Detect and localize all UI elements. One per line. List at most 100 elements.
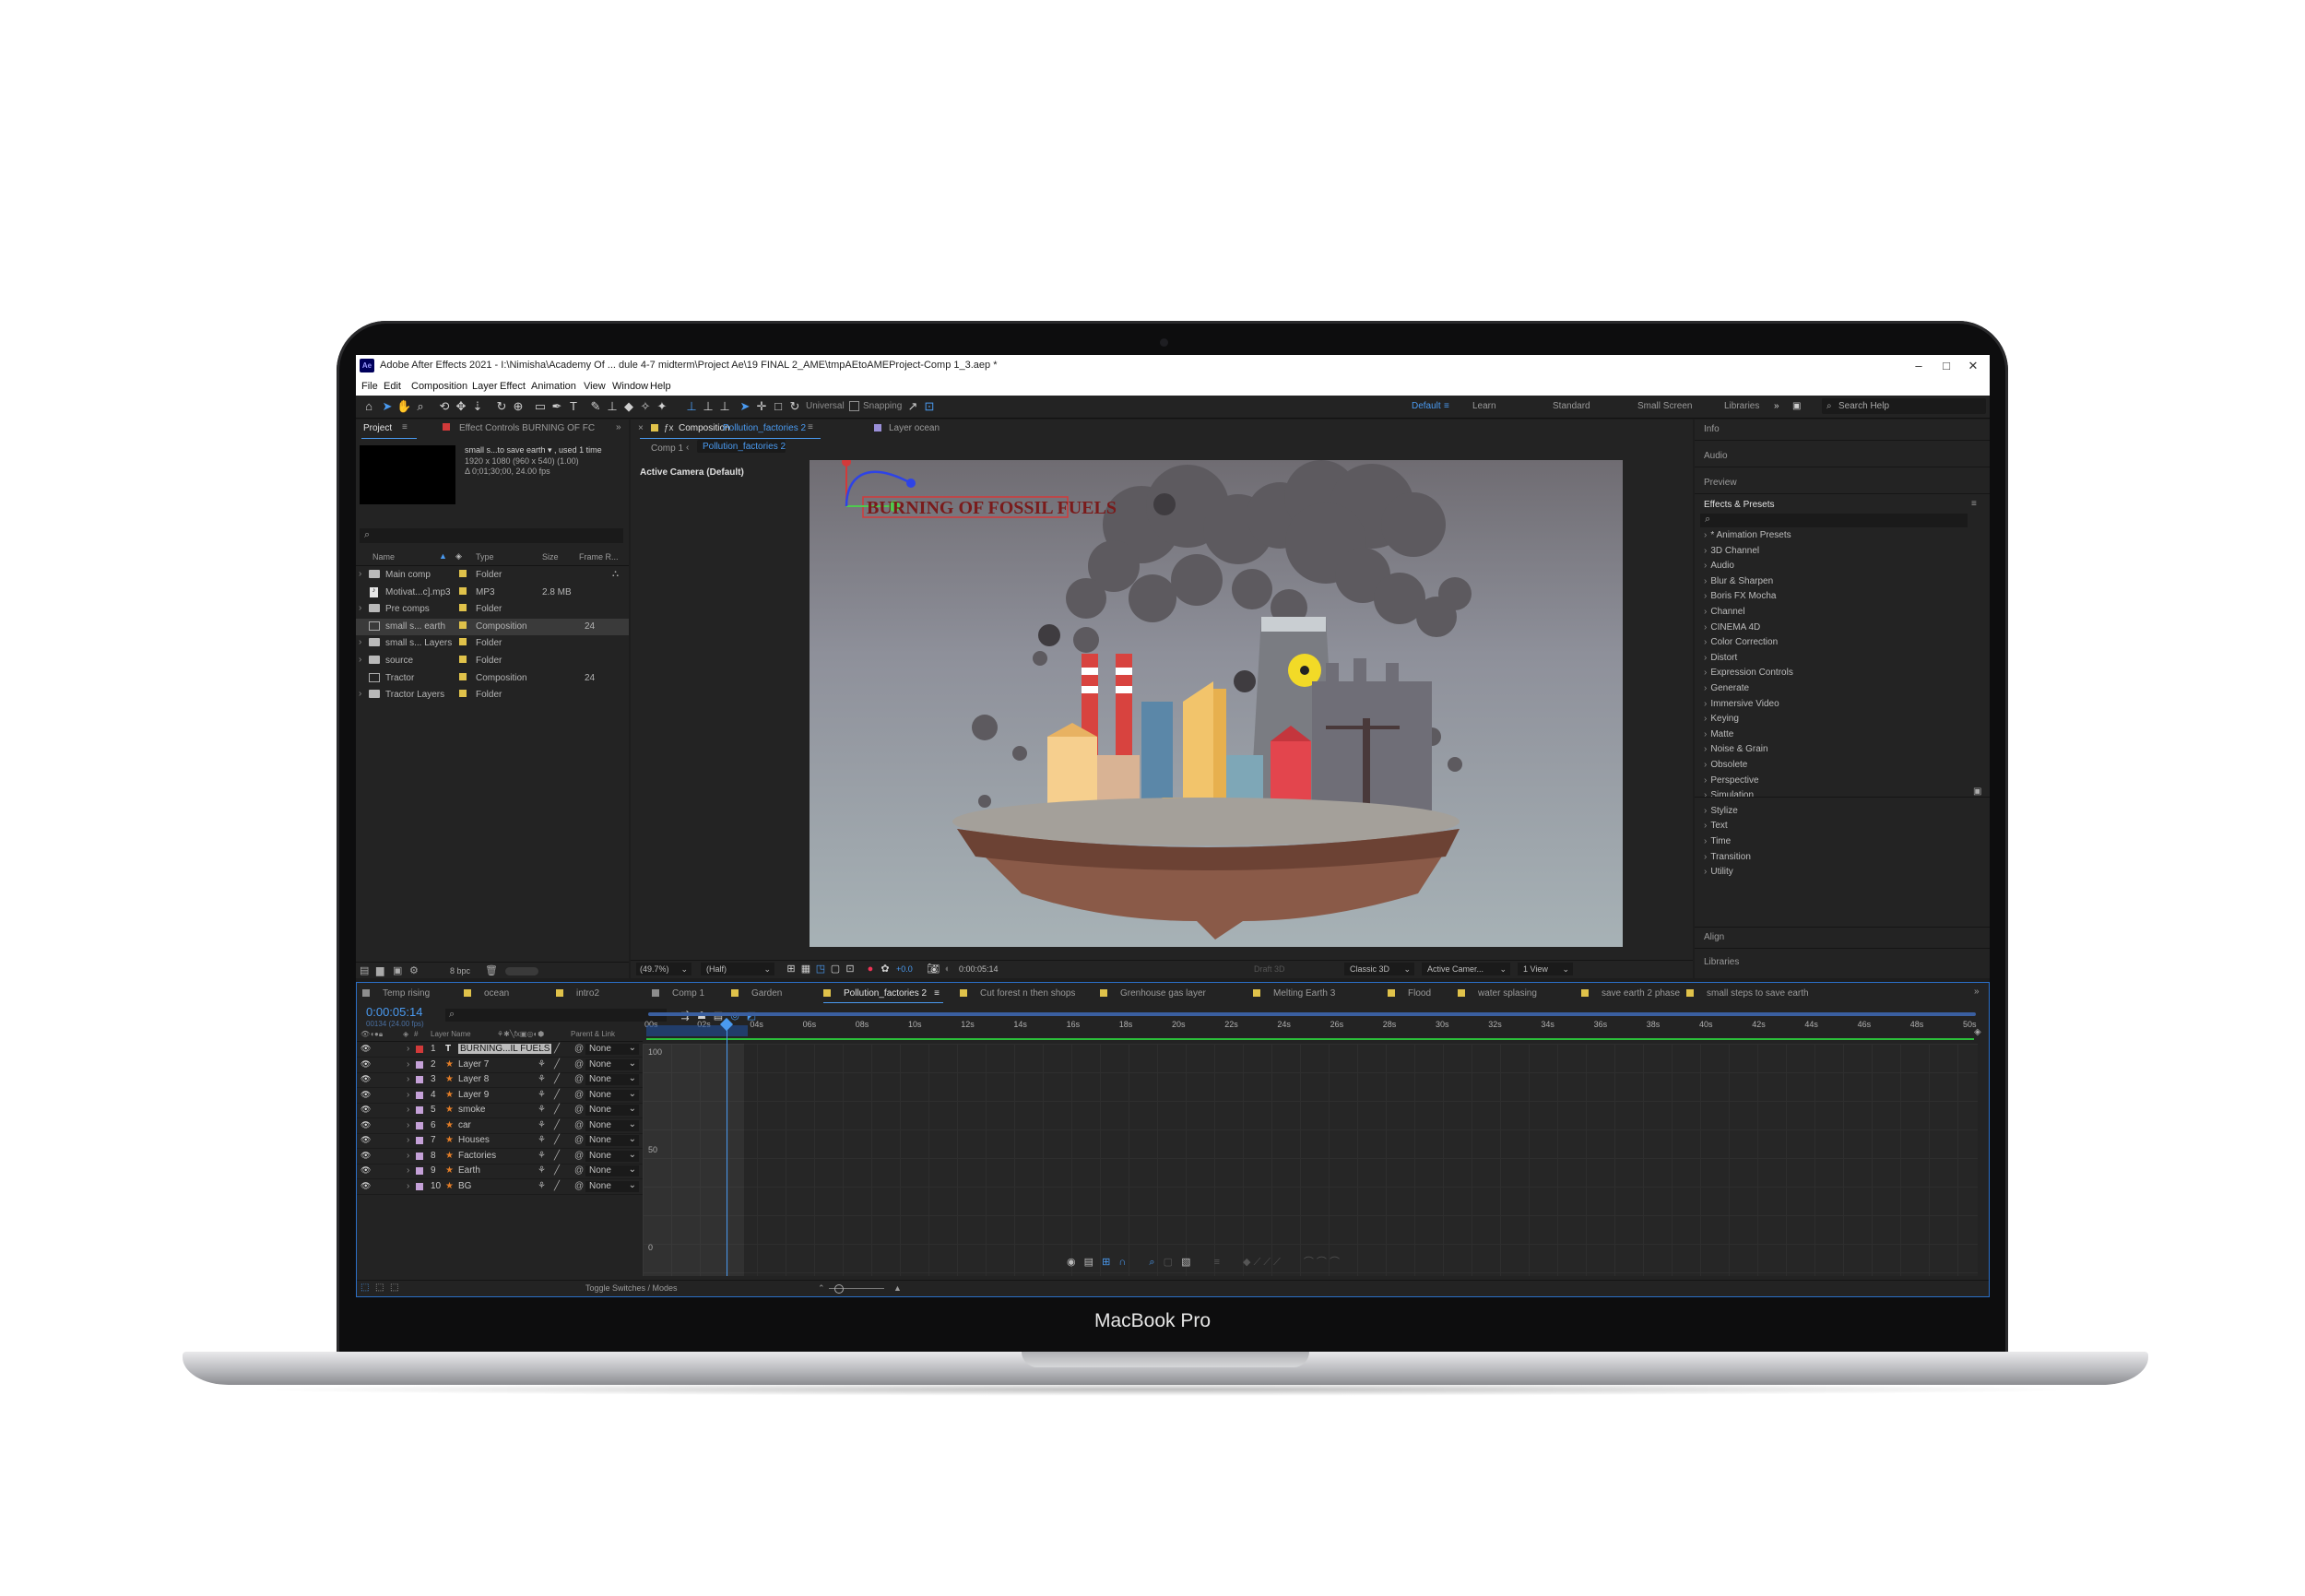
layer-row[interactable]: 👁︎ › 3 ★ Layer 8 ⚘ ╱ @ None ⌄	[357, 1072, 643, 1088]
rectangle-tool-icon[interactable]: ▭	[533, 399, 548, 414]
effect-category[interactable]: Time	[1704, 836, 1731, 846]
layer-name[interactable]: Factories	[458, 1151, 496, 1161]
quality-switch-icon[interactable]: ╱	[554, 1074, 560, 1084]
universal-scale-icon[interactable]: □	[771, 399, 786, 414]
eye-icon[interactable]: 👁︎	[361, 1105, 371, 1115]
effect-category[interactable]: Matte	[1704, 729, 1733, 739]
shy-switch-icon[interactable]: ⚘	[538, 1135, 546, 1145]
expand-chevron-icon[interactable]: ›	[359, 637, 361, 647]
tab-composition-name[interactable]: Pollution_factories 2	[723, 423, 806, 433]
parent-select[interactable]: None ⌄	[585, 1180, 639, 1192]
project-item[interactable]: › Pre comps Folder	[356, 601, 629, 618]
tab-effect-controls[interactable]: Effect Controls BURNING OF FC	[459, 423, 595, 433]
layer-row[interactable]: 👁︎ › 7 ★ Houses ⚘ ╱ @ None ⌄	[357, 1133, 643, 1149]
eye-icon[interactable]: 👁︎	[361, 1135, 371, 1145]
shy-switch-icon[interactable]: ⚘	[538, 1044, 546, 1054]
fast-previews-icon[interactable]: ⊞	[784, 962, 798, 976]
parent-pickwhip-icon[interactable]: @	[574, 1151, 584, 1161]
region-of-interest-icon[interactable]: ▢	[828, 962, 843, 976]
dolly-tool-icon[interactable]: ⇣	[470, 399, 485, 414]
parent-select[interactable]: None ⌄	[585, 1150, 639, 1162]
parent-pickwhip-icon[interactable]: @	[574, 1135, 584, 1145]
quality-switch-icon[interactable]: ╱	[554, 1120, 560, 1130]
layer-row[interactable]: 👁︎ › 1 T BURNING...IL FUELS ⚘ ╱ @ None ⌄	[357, 1042, 643, 1058]
parent-pickwhip-icon[interactable]: @	[574, 1059, 584, 1070]
brush-tool-icon[interactable]: ✎	[588, 399, 603, 414]
channel-icon[interactable]: ●	[863, 962, 878, 976]
effect-category[interactable]: Keying	[1704, 714, 1739, 724]
transparency-grid-icon[interactable]: ▦	[798, 962, 813, 976]
universal-move-icon[interactable]: ✛	[754, 399, 769, 414]
timeline-tab[interactable]: intro2	[556, 988, 599, 999]
universal-select-icon[interactable]: ➤	[738, 399, 752, 414]
thumbnail-size-slider[interactable]	[505, 967, 538, 975]
effect-category[interactable]: Audio	[1704, 561, 1734, 571]
expand-chevron-icon[interactable]: ›	[359, 689, 361, 699]
col-size[interactable]: Size	[542, 552, 559, 562]
new-composition-icon[interactable]: ▣	[393, 964, 402, 976]
timeline-search-field[interactable]: ⌕	[445, 1009, 667, 1022]
show-properties-icon[interactable]: ◉	[1067, 1257, 1076, 1268]
effect-category[interactable]: Immersive Video	[1704, 699, 1779, 709]
puppet-pin-tool-icon[interactable]: ✦	[655, 399, 669, 414]
current-timecode[interactable]: 0:00:05:14	[366, 1005, 422, 1019]
timeline-tab[interactable]: Pollution_factories 2 ≡	[823, 988, 943, 1003]
easy-ease-icons[interactable]: ⌒ ⌒ ⌒	[1304, 1257, 1340, 1268]
comp-panel-menu-icon[interactable]: ≡	[808, 422, 813, 432]
snap-edges-icon[interactable]: ↗	[905, 399, 920, 414]
label-color-swatch[interactable]	[459, 672, 467, 680]
expand-chevron-icon[interactable]: ›	[407, 1044, 409, 1054]
zoom-select[interactable]: (49.7%) ⌄	[636, 963, 692, 975]
effect-category[interactable]: Color Correction	[1704, 637, 1778, 647]
effect-category[interactable]: Text	[1704, 821, 1727, 831]
expand-chevron-icon[interactable]: ›	[407, 1090, 409, 1100]
label-color-swatch[interactable]	[459, 690, 467, 698]
tab-project[interactable]: Project	[363, 423, 392, 433]
eye-icon[interactable]: 👁︎	[361, 1151, 371, 1161]
show-snapshot-icon[interactable]: ◐	[940, 962, 955, 976]
composition-viewer[interactable]: BURNING OF FOSSIL FUELS	[810, 460, 1623, 947]
workspace-small-screen[interactable]: Small Screen	[1637, 401, 1692, 411]
eye-icon[interactable]: 👁︎	[361, 1090, 371, 1100]
quality-switch-icon[interactable]: ╱	[554, 1044, 560, 1054]
effects-search-field[interactable]: ⌕	[1700, 514, 1968, 527]
shy-switch-icon[interactable]: ⚘	[538, 1181, 546, 1191]
tab-menu-icon[interactable]: ≡	[934, 988, 940, 999]
project-item[interactable]: ♪ Motivat...c].mp3 MP3 2.8 MB	[356, 585, 629, 601]
snapshot-icon[interactable]: 📷︎	[926, 962, 940, 976]
exposure-value[interactable]: +0.0	[896, 964, 913, 974]
snapping-checkbox[interactable]	[849, 401, 859, 411]
type-tool-icon[interactable]: T	[566, 399, 581, 414]
eye-icon[interactable]: 👁︎	[361, 1120, 371, 1130]
layer-label-swatch[interactable]	[416, 1076, 423, 1083]
rotate-tool-icon[interactable]: ↻	[494, 399, 509, 414]
timeline-tab[interactable]: Grenhouse gas layer	[1100, 988, 1206, 999]
timeline-tab[interactable]: Melting Earth 3	[1253, 988, 1335, 999]
project-item[interactable]: › small s... Layers Folder	[356, 635, 629, 652]
info-panel[interactable]: Info	[1695, 420, 1990, 441]
layer-label-swatch[interactable]	[416, 1182, 423, 1190]
expand-chevron-icon[interactable]: ›	[407, 1165, 409, 1176]
label-color-swatch[interactable]	[459, 604, 467, 612]
search-help-field[interactable]: ⌕ Search Help	[1822, 398, 1986, 414]
timeline-tab[interactable]: save earth 2 phase	[1581, 988, 1680, 999]
layer-name[interactable]: Layer 9	[458, 1090, 489, 1100]
layer-label-swatch[interactable]	[416, 1060, 423, 1069]
layer-name[interactable]: Layer 8	[458, 1074, 489, 1084]
render-time-toggle-icon[interactable]: ⬚	[390, 1283, 398, 1293]
tab-layer-ocean[interactable]: Layer ocean	[889, 423, 940, 433]
universal-rotate-icon[interactable]: ↻	[787, 399, 802, 414]
effect-category[interactable]: Channel	[1704, 607, 1744, 617]
workspace-learn[interactable]: Learn	[1472, 401, 1496, 411]
col-layer-name[interactable]: Layer Name	[431, 1030, 471, 1038]
shy-switch-icon[interactable]: ⚘	[538, 1165, 546, 1176]
world-axis-mode-icon[interactable]: ⊥	[701, 399, 715, 414]
workspace-default[interactable]: Default	[1412, 401, 1441, 411]
project-panel-menu-icon[interactable]: ≡	[402, 422, 408, 432]
project-settings-icon[interactable]: ⚙	[409, 964, 419, 976]
breadcrumb-comp1[interactable]: Comp 1	[651, 443, 683, 454]
timeline-tab[interactable]: small steps to save earth	[1686, 988, 1809, 999]
expand-chevron-icon[interactable]: ›	[407, 1120, 409, 1130]
workspace-standard[interactable]: Standard	[1553, 401, 1590, 411]
edit-keyframe-icon[interactable]: ≡	[1214, 1257, 1220, 1268]
